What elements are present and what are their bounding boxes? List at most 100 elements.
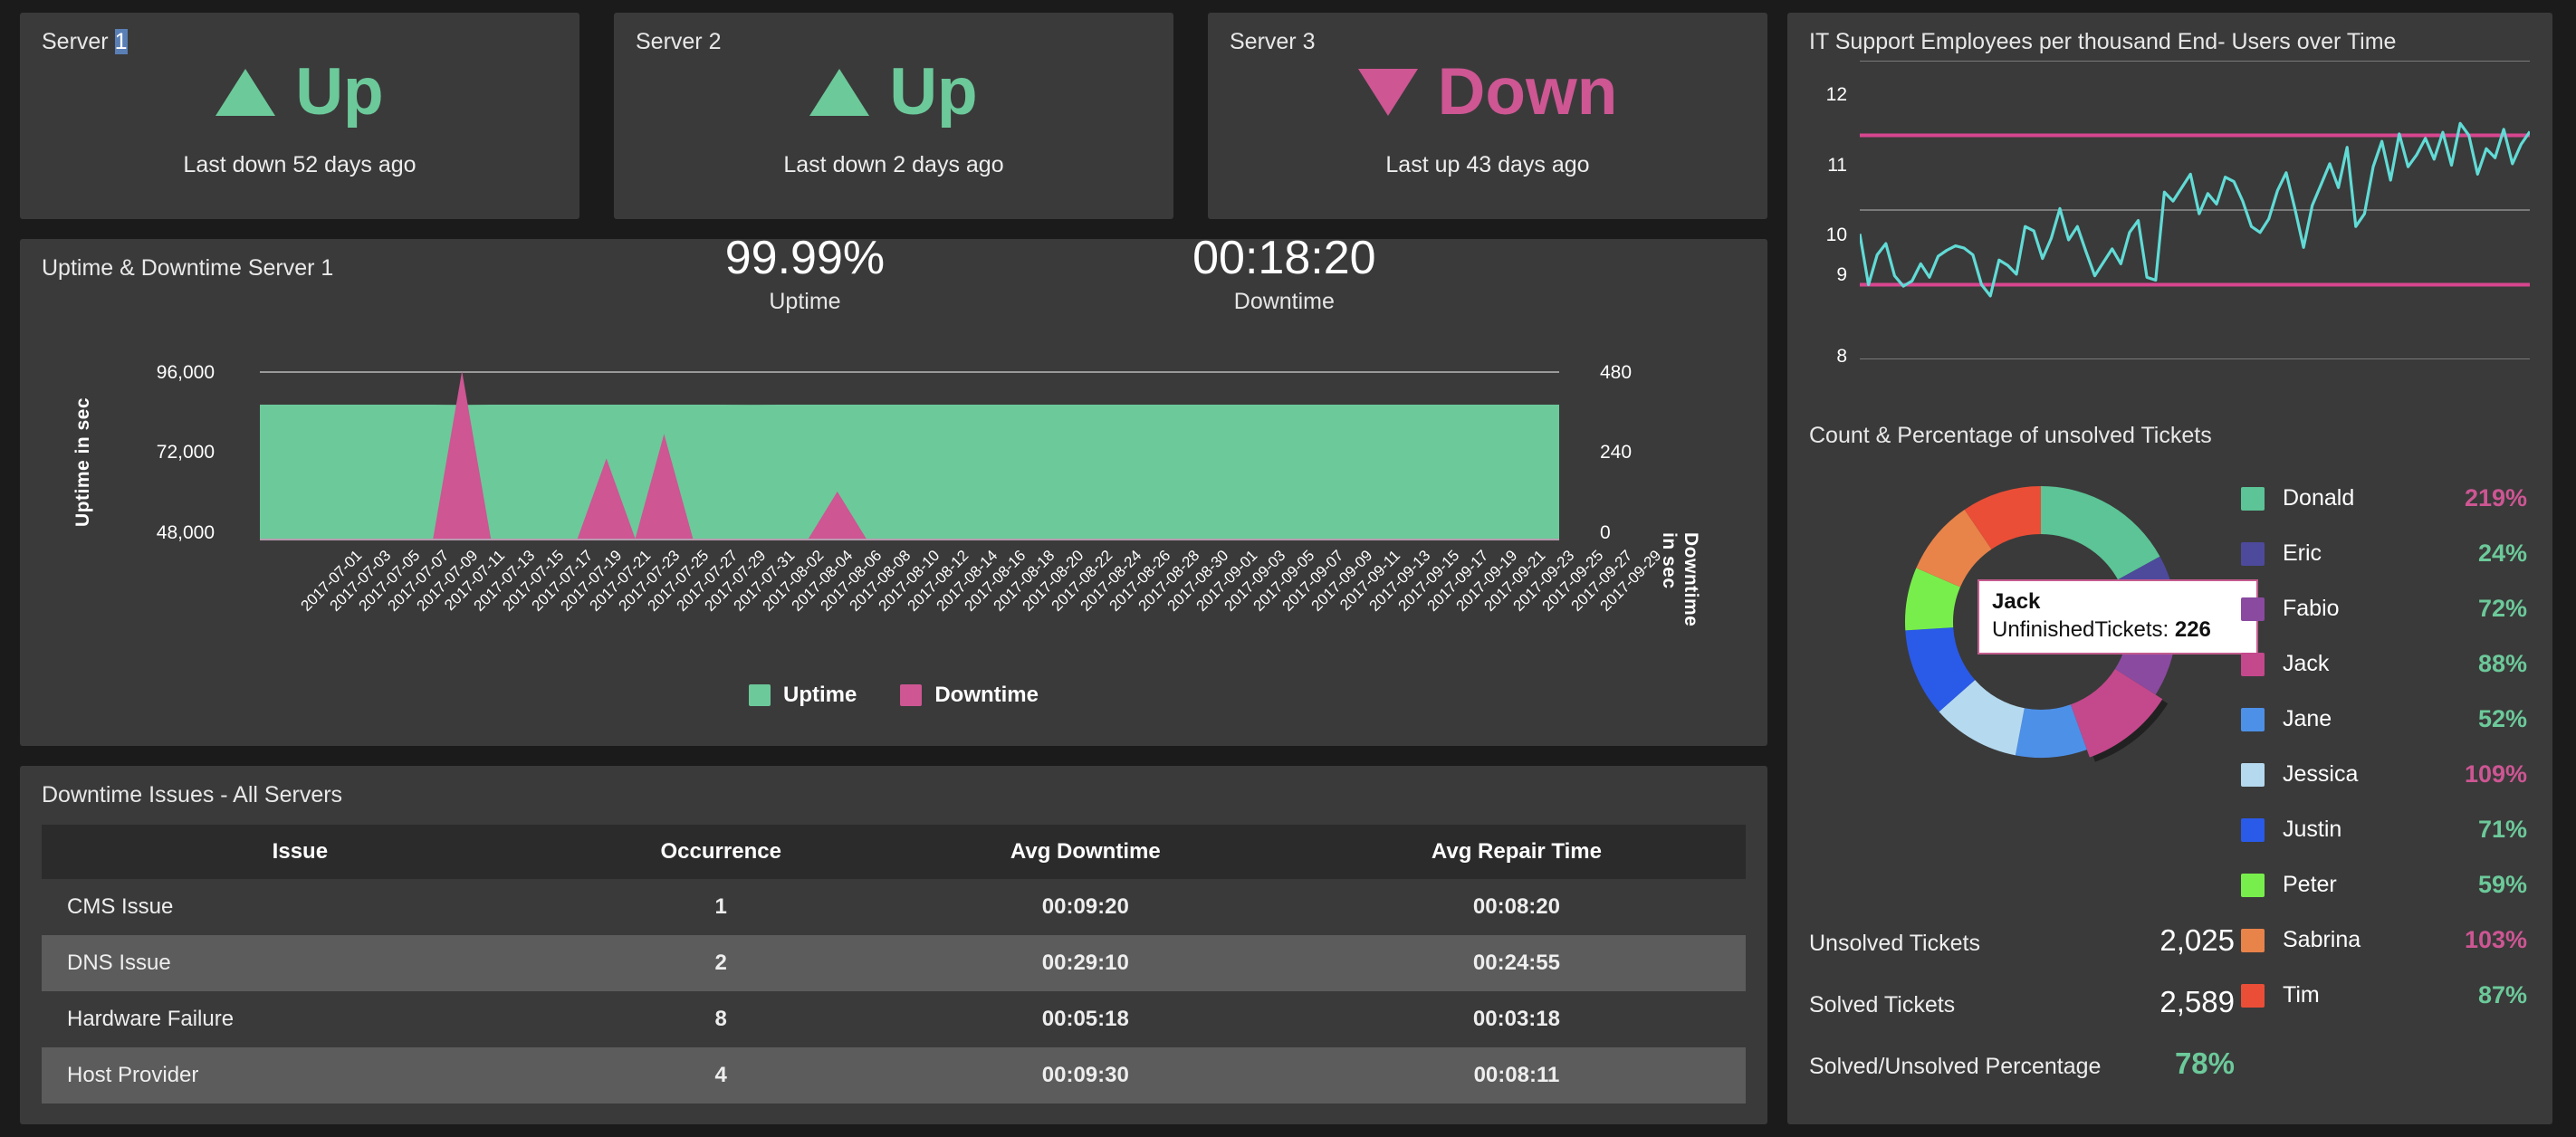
donut-legend-percent: 71% (2477, 816, 2527, 843)
uptime-kpi-value: 99.99% (724, 232, 886, 284)
donut-legend-percent: 109% (2464, 760, 2527, 788)
it-support-line-chart: 12 11 10 9 8 (1787, 61, 2552, 423)
cell-avg-downtime: 00:09:20 (1041, 894, 1129, 919)
uptime-area-plot[interactable] (260, 371, 1559, 539)
line-chart-plot[interactable] (1860, 61, 2530, 359)
line-chart-title: IT Support Employees per thousand End- U… (1809, 29, 2397, 54)
triangle-up-icon (215, 68, 276, 116)
table-header-row: Issue Occurrence Avg Downtime Avg Repair… (42, 825, 1746, 879)
donut-legend-name: Jane (2283, 706, 2332, 731)
donut-chart-title: Count & Percentage of unsolved Tickets (1809, 423, 2212, 448)
server-3-status: Down (1208, 59, 1767, 125)
uptime-legend[interactable]: Uptime Downtime (20, 683, 1767, 708)
donut-legend-name: Tim (2283, 982, 2320, 1008)
tickets-panel: IT Support Employees per thousand End- U… (1787, 13, 2552, 1124)
table-row[interactable]: CMS Issue 1 00:09:20 00:08:20 (42, 879, 1746, 935)
donut-legend-item[interactable]: Sabrina 103% (2241, 912, 2531, 968)
uptime-kpi-group: 99.99% Uptime 00:18:20 Downtime (333, 234, 1767, 315)
server-card-1[interactable]: Server 1 Up Last down 52 days ago (20, 13, 579, 219)
donut-legend-percent: 88% (2477, 650, 2527, 677)
donut-legend-name: Sabrina (2283, 927, 2361, 952)
left-column: Server 1 Up Last down 52 days ago Server… (20, 13, 1767, 1124)
table-row[interactable]: DNS Issue 2 00:29:10 00:24:55 (42, 935, 1746, 991)
summary-label: Unsolved Tickets (1809, 931, 1980, 956)
cell-avg-downtime: 00:05:18 (1041, 1007, 1129, 1031)
donut-legend-name: Peter (2283, 872, 2337, 897)
uptime-gridline (260, 539, 1559, 540)
donut-legend-item[interactable]: Jane 52% (2241, 692, 2531, 747)
downtime-issues-panel: Downtime Issues - All Servers Issue Occu… (20, 766, 1767, 1124)
donut-legend-name: Justin (2283, 817, 2342, 842)
triangle-down-icon (1357, 68, 1418, 116)
donut-tooltip: Jack UnfinishedTickets: 226 (1977, 579, 2258, 654)
server-3-subtext: Last up 43 days ago (1385, 152, 1590, 177)
right-column: IT Support Employees per thousand End- U… (1787, 13, 2552, 1124)
uptime-chart: Uptime in sec Downtime in sec 96,000 72,0… (20, 355, 1767, 735)
table-body: CMS Issue 1 00:09:20 00:08:20 DNS Issue 2 00:2… (42, 879, 1746, 1104)
donut-legend-percent: 87% (2477, 981, 2527, 1008)
uptime-kpi-label: Uptime (769, 288, 841, 314)
summary-row: Solved Tickets 2,589 (1809, 985, 2235, 1046)
uptime-kpi: 99.99% Uptime (725, 234, 885, 315)
donut-legend-swatch-icon (2241, 762, 2265, 787)
summary-label: Solved/Unsolved Percentage (1809, 1054, 2102, 1079)
column-header-issue[interactable]: Issue (42, 825, 559, 879)
legend-label: Downtime (934, 683, 1039, 707)
donut-legend-name: Fabio (2283, 596, 2340, 621)
uptime-legend-item[interactable]: Uptime (748, 683, 857, 708)
line-chart-y-tick: 9 (1836, 264, 1847, 285)
uptime-y-axis-title: Uptime in sec (72, 397, 93, 527)
server-card-3[interactable]: Server 3 Down Last up 43 days ago (1208, 13, 1767, 219)
cell-avg-downtime: 00:29:10 (1041, 951, 1129, 975)
cell-issue: DNS Issue (67, 951, 171, 975)
downtime-issues-table: Issue Occurrence Avg Downtime Avg Repair… (42, 825, 1746, 1104)
donut-legend-item[interactable]: Eric 24% (2241, 526, 2531, 581)
line-chart-y-tick: 11 (1827, 155, 1847, 176)
dashboard-root: Server 1 Up Last down 52 days ago Server… (0, 0, 2576, 1137)
tickets-summary: Unsolved Tickets 2,025 Solved Tickets 2,589… (1809, 923, 2235, 1108)
donut-legend-percent: 59% (2477, 871, 2527, 898)
donut-legend-item[interactable]: Tim 87% (2241, 968, 2531, 1023)
donut-legend-item[interactable]: Justin 71% (2241, 802, 2531, 857)
donut-legend-item[interactable]: Fabio 72% (2241, 581, 2531, 636)
donut-legend-percent: 219% (2464, 484, 2527, 511)
donut-legend-swatch-icon (2241, 707, 2265, 731)
line-chart-y-tick: 8 (1836, 346, 1847, 367)
donut-legend-item[interactable]: Jack 88% (2241, 636, 2531, 692)
donut-legend[interactable]: Donald 219% Eric 24% Fabio 72% Jack 88% Jane 52% J… (2241, 471, 2531, 1023)
column-header-avg-repair-time[interactable]: Avg Repair Time (1287, 825, 1746, 879)
table-row[interactable]: Hardware Failure 8 00:05:18 00:03:18 (42, 991, 1746, 1047)
donut-legend-swatch-icon (2241, 597, 2265, 621)
summary-value: 2,589 (2159, 985, 2235, 1018)
legend-swatch-icon (748, 684, 771, 706)
server-3-title: Server 3 (1230, 29, 1316, 54)
legend-swatch-icon (900, 684, 923, 706)
uptime-legend-item[interactable]: Downtime (900, 683, 1039, 708)
triangle-up-icon (809, 68, 870, 116)
donut-legend-percent: 103% (2464, 926, 2527, 953)
server-2-title: Server 2 (636, 29, 722, 54)
summary-value: 78% (2174, 1046, 2235, 1080)
legend-label: Uptime (782, 683, 857, 707)
column-header-occurrence[interactable]: Occurrence (558, 825, 884, 879)
donut-legend-item[interactable]: Jessica 109% (2241, 747, 2531, 802)
tooltip-metric-label: UnfinishedTickets: (1992, 617, 2169, 642)
donut-legend-name: Jessica (2283, 761, 2359, 787)
cell-occurrence: 1 (714, 894, 727, 919)
donut-legend-item[interactable]: Peter 59% (2241, 857, 2531, 912)
summary-label: Solved Tickets (1809, 992, 1956, 1018)
donut-legend-swatch-icon (2241, 928, 2265, 952)
donut-legend-item[interactable]: Donald 219% (2241, 471, 2531, 526)
donut-legend-name: Eric (2283, 540, 2322, 566)
table-row[interactable]: Host Provider 4 00:09:30 00:08:11 (42, 1047, 1746, 1104)
uptime-y-tick: 96,000 (156, 362, 215, 383)
uptime-y2-tick: 240 (1600, 442, 1633, 463)
column-header-avg-downtime[interactable]: Avg Downtime (883, 825, 1288, 879)
server-3-status-text: Down (1437, 55, 1618, 129)
uptime-y2-tick: 480 (1600, 362, 1633, 383)
donut-legend-percent: 24% (2477, 540, 2527, 567)
cell-avg-repair-time: 00:03:18 (1472, 1007, 1560, 1031)
donut-slice[interactable] (2041, 486, 2160, 580)
server-card-2[interactable]: Server 2 Up Last down 2 days ago (614, 13, 1173, 219)
summary-row: Unsolved Tickets 2,025 (1809, 923, 2235, 985)
